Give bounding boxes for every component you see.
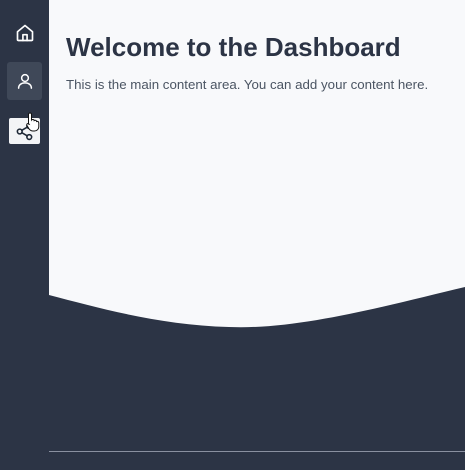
sidebar-item-share[interactable]: [9, 118, 40, 144]
share-icon: [15, 122, 34, 141]
sidebar: [0, 0, 49, 470]
sidebar-item-home[interactable]: [7, 14, 42, 52]
home-icon: [15, 23, 35, 43]
page-title: Welcome to the Dashboard: [66, 32, 401, 62]
main-content-area: Welcome to the Dashboard This is the mai…: [49, 0, 465, 470]
page-description: This is the main content area. You can a…: [66, 77, 429, 92]
sidebar-item-user[interactable]: [7, 62, 42, 100]
content-panel: Welcome to the Dashboard This is the mai…: [66, 30, 456, 94]
app-window: Welcome to the Dashboard This is the mai…: [0, 0, 465, 470]
divider: [49, 451, 465, 452]
user-icon: [16, 72, 34, 90]
